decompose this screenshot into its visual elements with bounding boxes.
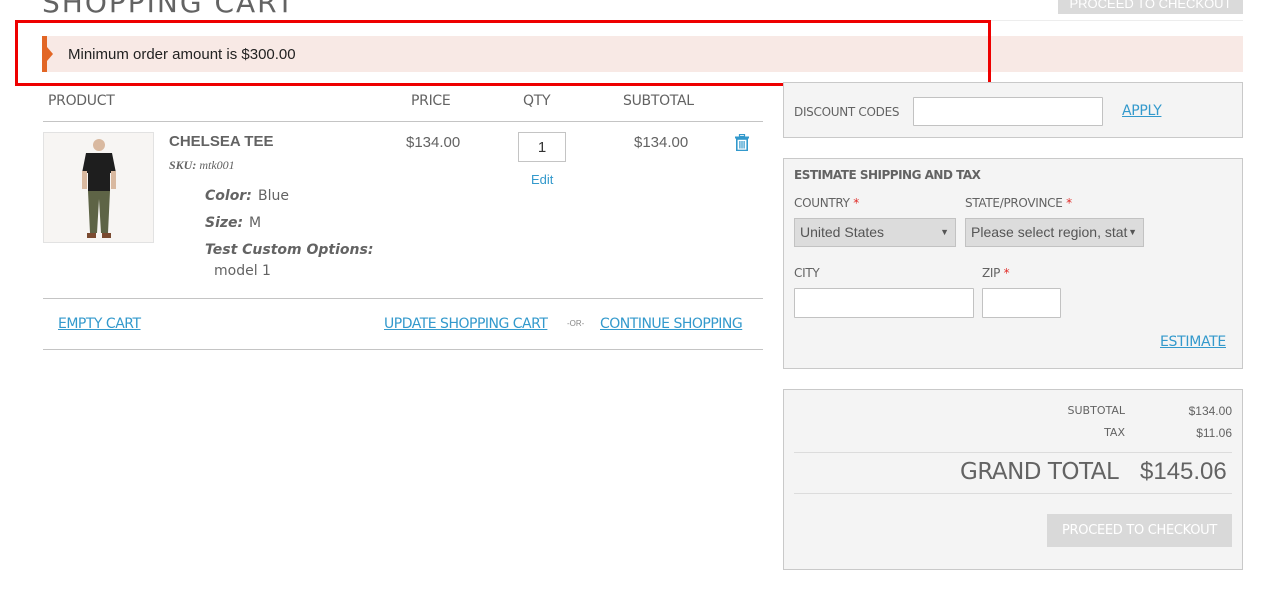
zip-input[interactable] (982, 288, 1061, 318)
column-header-price: PRICE (411, 93, 451, 109)
product-image[interactable] (43, 132, 154, 243)
option-value-color: Blue (258, 188, 289, 204)
page-title: SHOPPING CART (42, 0, 296, 19)
message-arrow-icon (47, 47, 53, 61)
trash-icon[interactable] (735, 133, 749, 152)
option-value-size: M (249, 215, 262, 231)
totals-tax-value: $11.06 (1196, 426, 1232, 440)
update-shopping-cart-link[interactable]: UPDATE SHOPPING CART (384, 316, 548, 332)
product-sku: SKU: mtk001 (169, 158, 235, 173)
apply-discount-link[interactable]: APPLY (1122, 103, 1162, 119)
state-select-value: Please select region, stat (971, 224, 1128, 240)
city-input[interactable] (794, 288, 974, 318)
column-header-qty: QTY (523, 93, 551, 109)
zip-label: ZIP * (982, 266, 1010, 280)
item-divider (43, 298, 763, 299)
grand-total-label: GRAND TOTAL (960, 459, 1119, 485)
proceed-to-checkout-button[interactable]: PROCEED TO CHECKOUT (1047, 514, 1232, 547)
estimate-shipping-title: ESTIMATE SHIPPING AND TAX (794, 168, 981, 182)
city-label: CITY (794, 266, 820, 280)
option-value-custom: model 1 (214, 263, 271, 279)
header-divider (42, 20, 1243, 21)
sku-label: SKU: (169, 158, 197, 172)
column-header-product: PRODUCT (48, 93, 115, 109)
product-name-link[interactable]: CHELSEA TEE (169, 133, 273, 150)
state-label: STATE/PROVINCE * (965, 196, 1072, 210)
totals-tax-label: TAX (1104, 426, 1125, 439)
continue-shopping-link[interactable]: CONTINUE SHOPPING (600, 316, 743, 332)
country-select-value: United States (800, 224, 885, 240)
column-header-subtotal: SUBTOTAL (623, 93, 694, 109)
option-label-color: Color: (205, 188, 252, 204)
required-marker: * (853, 196, 859, 210)
chevron-down-icon: ▼ (1128, 227, 1137, 237)
discount-codes-label: DISCOUNT CODES (794, 105, 900, 119)
or-separator: -OR- (567, 319, 585, 328)
required-marker: * (1066, 196, 1072, 210)
error-message: Minimum order amount is $300.00 (42, 36, 1243, 72)
totals-subtotal-label: SUBTOTAL (1067, 404, 1125, 417)
item-subtotal: $134.00 (634, 134, 689, 151)
empty-cart-link[interactable]: EMPTY CART (58, 316, 141, 332)
grand-total-value: $145.06 (1140, 458, 1227, 485)
sku-value: mtk001 (199, 158, 235, 172)
discount-code-input[interactable] (913, 97, 1103, 126)
option-label-custom: Test Custom Options: (205, 242, 374, 258)
country-label: COUNTRY * (794, 196, 859, 210)
message-text: Minimum order amount is $300.00 (68, 46, 296, 63)
totals-divider (794, 452, 1232, 453)
grand-total-divider (794, 493, 1232, 494)
item-price: $134.00 (406, 134, 461, 151)
table-header-divider (43, 121, 763, 122)
totals-subtotal-value: $134.00 (1188, 404, 1232, 418)
quantity-input[interactable] (518, 132, 566, 162)
option-label-size: Size: (205, 215, 244, 231)
edit-item-link[interactable]: Edit (531, 172, 553, 187)
country-select[interactable]: United States ▼ (794, 218, 956, 247)
top-proceed-to-checkout-button[interactable]: PROCEED TO CHECKOUT (1058, 0, 1243, 14)
actions-divider (43, 349, 763, 350)
estimate-link[interactable]: ESTIMATE (1160, 334, 1226, 350)
state-select[interactable]: Please select region, stat ▼ (965, 218, 1144, 247)
required-marker: * (1003, 266, 1010, 280)
chevron-down-icon: ▼ (940, 227, 949, 237)
